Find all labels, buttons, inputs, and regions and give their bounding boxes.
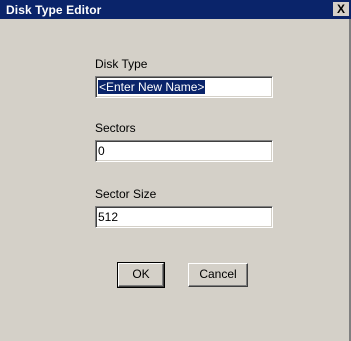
sector-size-value: 512 — [98, 210, 119, 224]
sector-size-label: Sector Size — [95, 187, 157, 201]
sectors-value: 0 — [98, 144, 105, 158]
close-button[interactable]: X — [333, 2, 349, 16]
window-title: Disk Type Editor — [6, 3, 102, 17]
disk-type-label: Disk Type — [95, 57, 148, 71]
disk-type-value: <Enter New Name> — [98, 80, 206, 94]
title-bar: Disk Type Editor X — [0, 0, 351, 19]
disk-type-input[interactable]: <Enter New Name> — [95, 76, 273, 98]
sector-size-input[interactable]: 512 — [95, 206, 273, 228]
cancel-button[interactable]: Cancel — [188, 263, 248, 287]
ok-button[interactable]: OK — [117, 262, 165, 288]
dialog-body: Disk Type <Enter New Name> Sectors 0 Sec… — [0, 19, 351, 341]
sectors-input[interactable]: 0 — [95, 140, 273, 162]
sectors-label: Sectors — [95, 121, 136, 135]
close-icon: X — [336, 2, 345, 16]
